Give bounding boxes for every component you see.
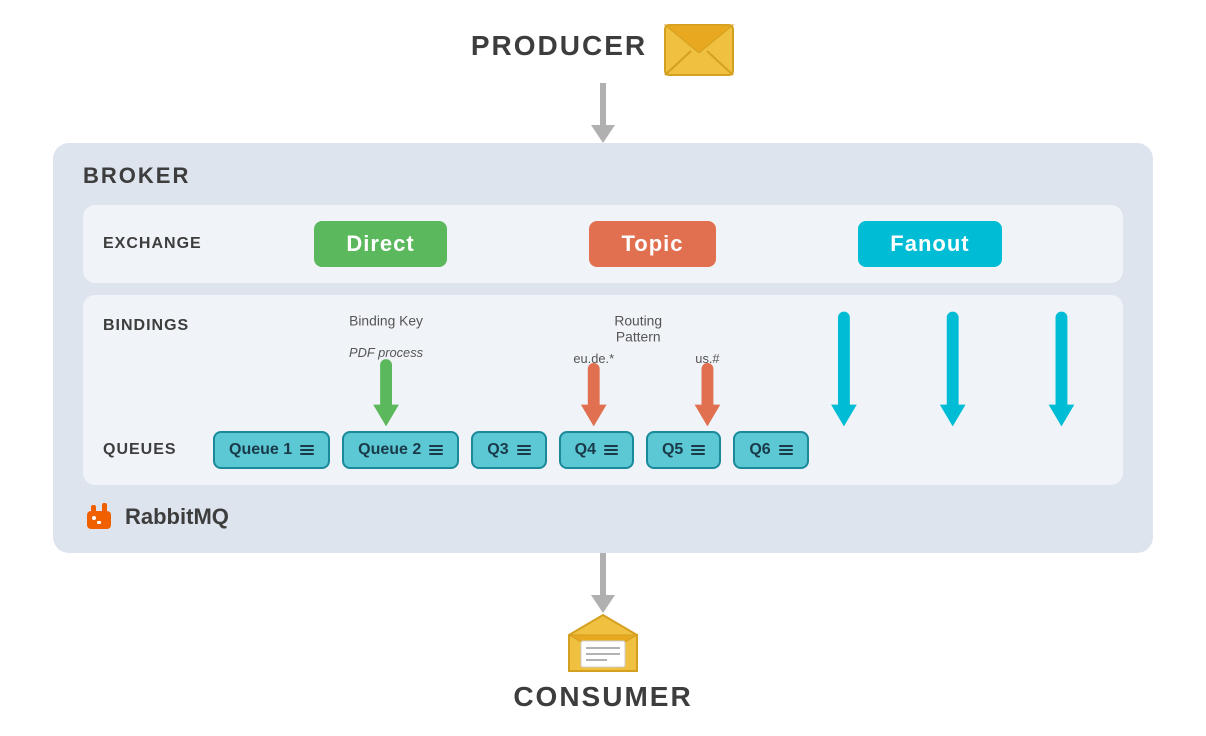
queue-1-lines-icon xyxy=(300,445,314,455)
queue-5-lines-icon xyxy=(691,445,705,455)
direct-exchange-button[interactable]: Direct xyxy=(314,221,446,267)
queue-1-label: Queue 1 xyxy=(229,441,292,459)
routing-pattern-text2: Pattern xyxy=(616,328,661,344)
bindings-arrows-area: Binding Key PDF process Routing Pattern … xyxy=(213,307,1103,427)
rabbitmq-text: RabbitMQ xyxy=(125,504,229,530)
consumer-label: CONSUMER xyxy=(513,681,692,713)
queue-5-label: Q5 xyxy=(662,441,683,459)
queue-5-button[interactable]: Q5 xyxy=(646,431,721,469)
exchange-label: EXCHANGE xyxy=(103,235,213,253)
rabbitmq-logo: RabbitMQ xyxy=(83,501,1123,533)
producer-section: PRODUCER xyxy=(471,23,735,83)
fanout-exchange-button[interactable]: Fanout xyxy=(858,221,1001,267)
queue-3-label: Q3 xyxy=(487,441,508,459)
topic-exchange-button[interactable]: Topic xyxy=(589,221,715,267)
queue-6-button[interactable]: Q6 xyxy=(733,431,808,469)
queue-6-label: Q6 xyxy=(749,441,770,459)
queue-3-lines-icon xyxy=(517,445,531,455)
bindings-queues-area: BINDINGS Binding Key PDF process R xyxy=(83,295,1123,485)
broker-box: BROKER EXCHANGE Direct Topic Fanout BIND… xyxy=(53,143,1153,553)
consumer-envelope-icon xyxy=(567,613,639,673)
queue-6-lines-icon xyxy=(779,445,793,455)
queues-label: QUEUES xyxy=(103,441,213,459)
queue-2-button[interactable]: Queue 2 xyxy=(342,431,459,469)
binding-key-text: Binding Key xyxy=(349,312,423,328)
queue-4-lines-icon xyxy=(604,445,618,455)
queue-2-lines-icon xyxy=(429,445,443,455)
producer-to-broker-arrow xyxy=(593,83,613,143)
exchange-buttons: Direct Topic Fanout xyxy=(213,221,1103,267)
queue-3-button[interactable]: Q3 xyxy=(471,431,546,469)
queue-1-button[interactable]: Queue 1 xyxy=(213,431,330,469)
broker-to-consumer-arrow xyxy=(593,553,613,613)
broker-label: BROKER xyxy=(83,163,1123,189)
pdf-process-text: PDF process xyxy=(349,345,424,360)
queue-2-label: Queue 2 xyxy=(358,441,421,459)
queue-4-button[interactable]: Q4 xyxy=(559,431,634,469)
exchange-area: EXCHANGE Direct Topic Fanout xyxy=(83,205,1123,283)
rabbitmq-icon xyxy=(83,501,115,533)
bindings-row: BINDINGS Binding Key PDF process R xyxy=(103,307,1103,427)
queue-4-label: Q4 xyxy=(575,441,596,459)
producer-envelope-icon xyxy=(663,23,735,77)
bindings-svg: Binding Key PDF process Routing Pattern … xyxy=(213,307,1103,427)
bindings-label: BINDINGS xyxy=(103,317,213,335)
producer-label: PRODUCER xyxy=(471,30,647,62)
consumer-section: CONSUMER xyxy=(513,613,692,713)
queues-list: Queue 1 Queue 2 Q3 Q4 xyxy=(213,431,1103,469)
queues-row: QUEUES Queue 1 Queue 2 Q3 xyxy=(103,431,1103,469)
routing-pattern-text: Routing xyxy=(614,312,662,328)
diagram-container: PRODUCER BROKER EXCHANGE Direct Topic Fa… xyxy=(53,23,1153,713)
